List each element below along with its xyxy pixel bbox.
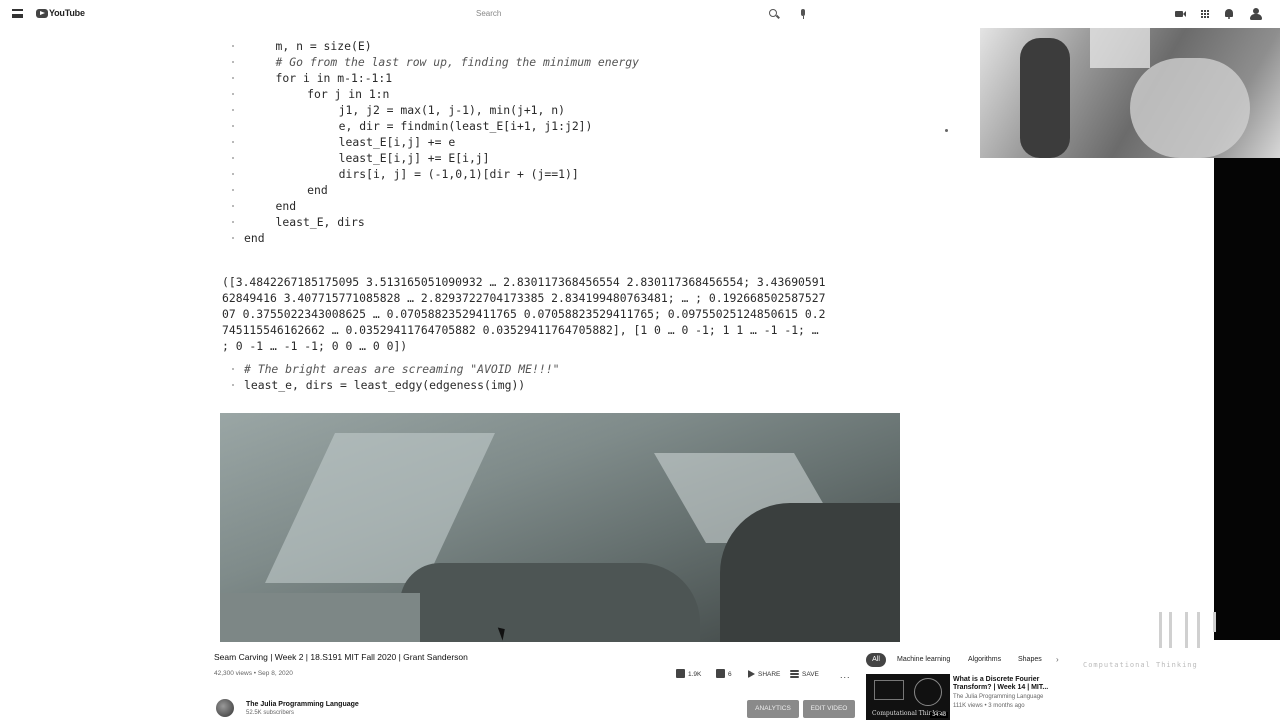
chip-machine-learning[interactable]: Machine learning [897, 653, 950, 667]
line-marker-icon [232, 45, 234, 47]
line-marker-icon [232, 189, 234, 191]
code-line: least_e, dirs = least_edgy(edgeness(img)… [222, 377, 559, 393]
channel-name[interactable]: The Julia Programming Language [246, 701, 359, 708]
code-text: # The bright areas are screaming "AVOID … [244, 362, 560, 376]
mic-icon[interactable] [796, 7, 810, 21]
cell-output: ([3.4842267185175095 3.513165051090932 …… [222, 274, 900, 354]
top-bar: YouTube [0, 0, 1280, 28]
save-button[interactable]: SAVE [790, 668, 819, 682]
code-text: end [275, 199, 297, 213]
youtube-logo-icon[interactable] [36, 9, 48, 18]
code-text: j1, j2 = max(1, j-1), min(j+1, n) [338, 103, 565, 117]
code-text: end [244, 231, 265, 245]
youtube-logo-text[interactable]: YouTube [49, 8, 85, 18]
output-line: ; 0 -1 … -1 -1; 0 0 … 0 0]) [222, 339, 408, 353]
code-text: for j in 1:n [307, 87, 390, 101]
like-button[interactable]: 1.9K [676, 668, 701, 682]
dislike-count: 6 [728, 671, 732, 678]
code-text: least_E[i,j] += E[i,j] [338, 151, 490, 165]
recommendation-thumbnail[interactable]: Computational Thinking 34:48 [866, 674, 950, 720]
video-title: Seam Carving | Week 2 | 18.S191 MIT Fall… [214, 652, 468, 662]
video-meta: 42,300 views • Sep 8, 2020 [214, 670, 293, 677]
publish-date: Sep 8, 2020 [257, 670, 293, 677]
thumbs-down-icon [716, 669, 725, 678]
webcam-overlay [980, 28, 1280, 158]
line-marker-icon [232, 61, 234, 63]
code-line: # The bright areas are screaming "AVOID … [222, 361, 559, 377]
video-duration: 34:48 [930, 712, 948, 718]
analytics-button[interactable]: ANALYTICS [747, 700, 799, 718]
line-marker-icon [232, 237, 234, 239]
line-marker-icon [232, 384, 234, 386]
thumbs-up-icon [676, 669, 685, 678]
notifications-icon[interactable] [1222, 7, 1236, 21]
line-marker-icon [232, 368, 234, 370]
output-line: 745115546162662 … 0.03529411764705882 0.… [222, 323, 819, 337]
apps-icon[interactable] [1198, 7, 1212, 21]
more-actions-button[interactable]: ... [840, 668, 851, 682]
code-text: m, n = size(E) [275, 39, 372, 53]
line-marker-icon [232, 221, 234, 223]
recommendation-channel[interactable]: The Julia Programming Language [953, 694, 1043, 700]
code-text: least_E[i,j] += e [338, 135, 456, 149]
line-marker-icon [232, 93, 234, 95]
recommendation-title[interactable]: What is a Discrete Fourier Transform? | … [953, 676, 1063, 692]
save-label: SAVE [802, 671, 819, 678]
dot-marker [945, 129, 948, 132]
side-dark-panel [1214, 158, 1280, 640]
output-line: 07 0.3755022343008625 … 0.07058823529411… [222, 307, 826, 321]
recommendation-meta: 111K views • 3 months ago [953, 703, 1025, 709]
code-text: # Go from the last row up, finding the m… [275, 55, 640, 69]
output-line: ([3.4842267185175095 3.513165051090932 …… [222, 275, 826, 289]
chevron-right-icon[interactable]: › [1056, 653, 1059, 667]
line-marker-icon [232, 157, 234, 159]
faded-logo-art [1155, 612, 1230, 652]
share-label: SHARE [758, 671, 781, 678]
line-marker-icon [232, 109, 234, 111]
account-icon[interactable] [1249, 7, 1263, 21]
line-marker-icon [232, 141, 234, 143]
output-line: 62849416 3.407715771085828 … 2.829372270… [222, 291, 826, 305]
like-count: 1.9K [688, 671, 702, 678]
chip-shapes[interactable]: Shapes [1018, 653, 1042, 667]
menu-icon[interactable] [12, 9, 23, 18]
code-text: least_E, dirs [275, 215, 365, 229]
code-text: least_e, dirs = least_edgy(edgeness(img)… [244, 378, 526, 392]
edit-video-button[interactable]: EDIT VIDEO [803, 700, 855, 718]
line-marker-icon [232, 173, 234, 175]
subscriber-count: 52.5K subscribers [246, 710, 295, 716]
search-input[interactable] [470, 5, 760, 22]
line-marker-icon [232, 205, 234, 207]
code-text: e, dir = findmin(least_E[i+1, j1:j2]) [338, 119, 593, 133]
view-count: 42,300 views [214, 670, 252, 677]
channel-avatar[interactable] [216, 699, 234, 717]
create-video-icon[interactable] [1173, 7, 1187, 21]
line-marker-icon [232, 77, 234, 79]
dislike-button[interactable]: 6 [716, 668, 732, 682]
overlay-caption: Computational Thinking [1083, 661, 1198, 669]
code-text: dirs[i, j] = (-1,0,1)[dir + (j==1)] [338, 167, 579, 181]
line-marker-icon [232, 125, 234, 127]
edgeness-image [220, 413, 900, 642]
share-button[interactable]: SHARE [748, 668, 780, 682]
code-text: end [307, 183, 328, 197]
share-icon [748, 670, 755, 678]
code-text: for i in m-1:-1:1 [275, 71, 393, 85]
chip-algorithms[interactable]: Algorithms [968, 653, 1001, 667]
playlist-add-icon [790, 673, 799, 675]
chip-all[interactable]: All [866, 653, 886, 667]
search-icon[interactable] [767, 7, 781, 21]
code-cell-2: # The bright areas are screaming "AVOID … [222, 361, 559, 393]
